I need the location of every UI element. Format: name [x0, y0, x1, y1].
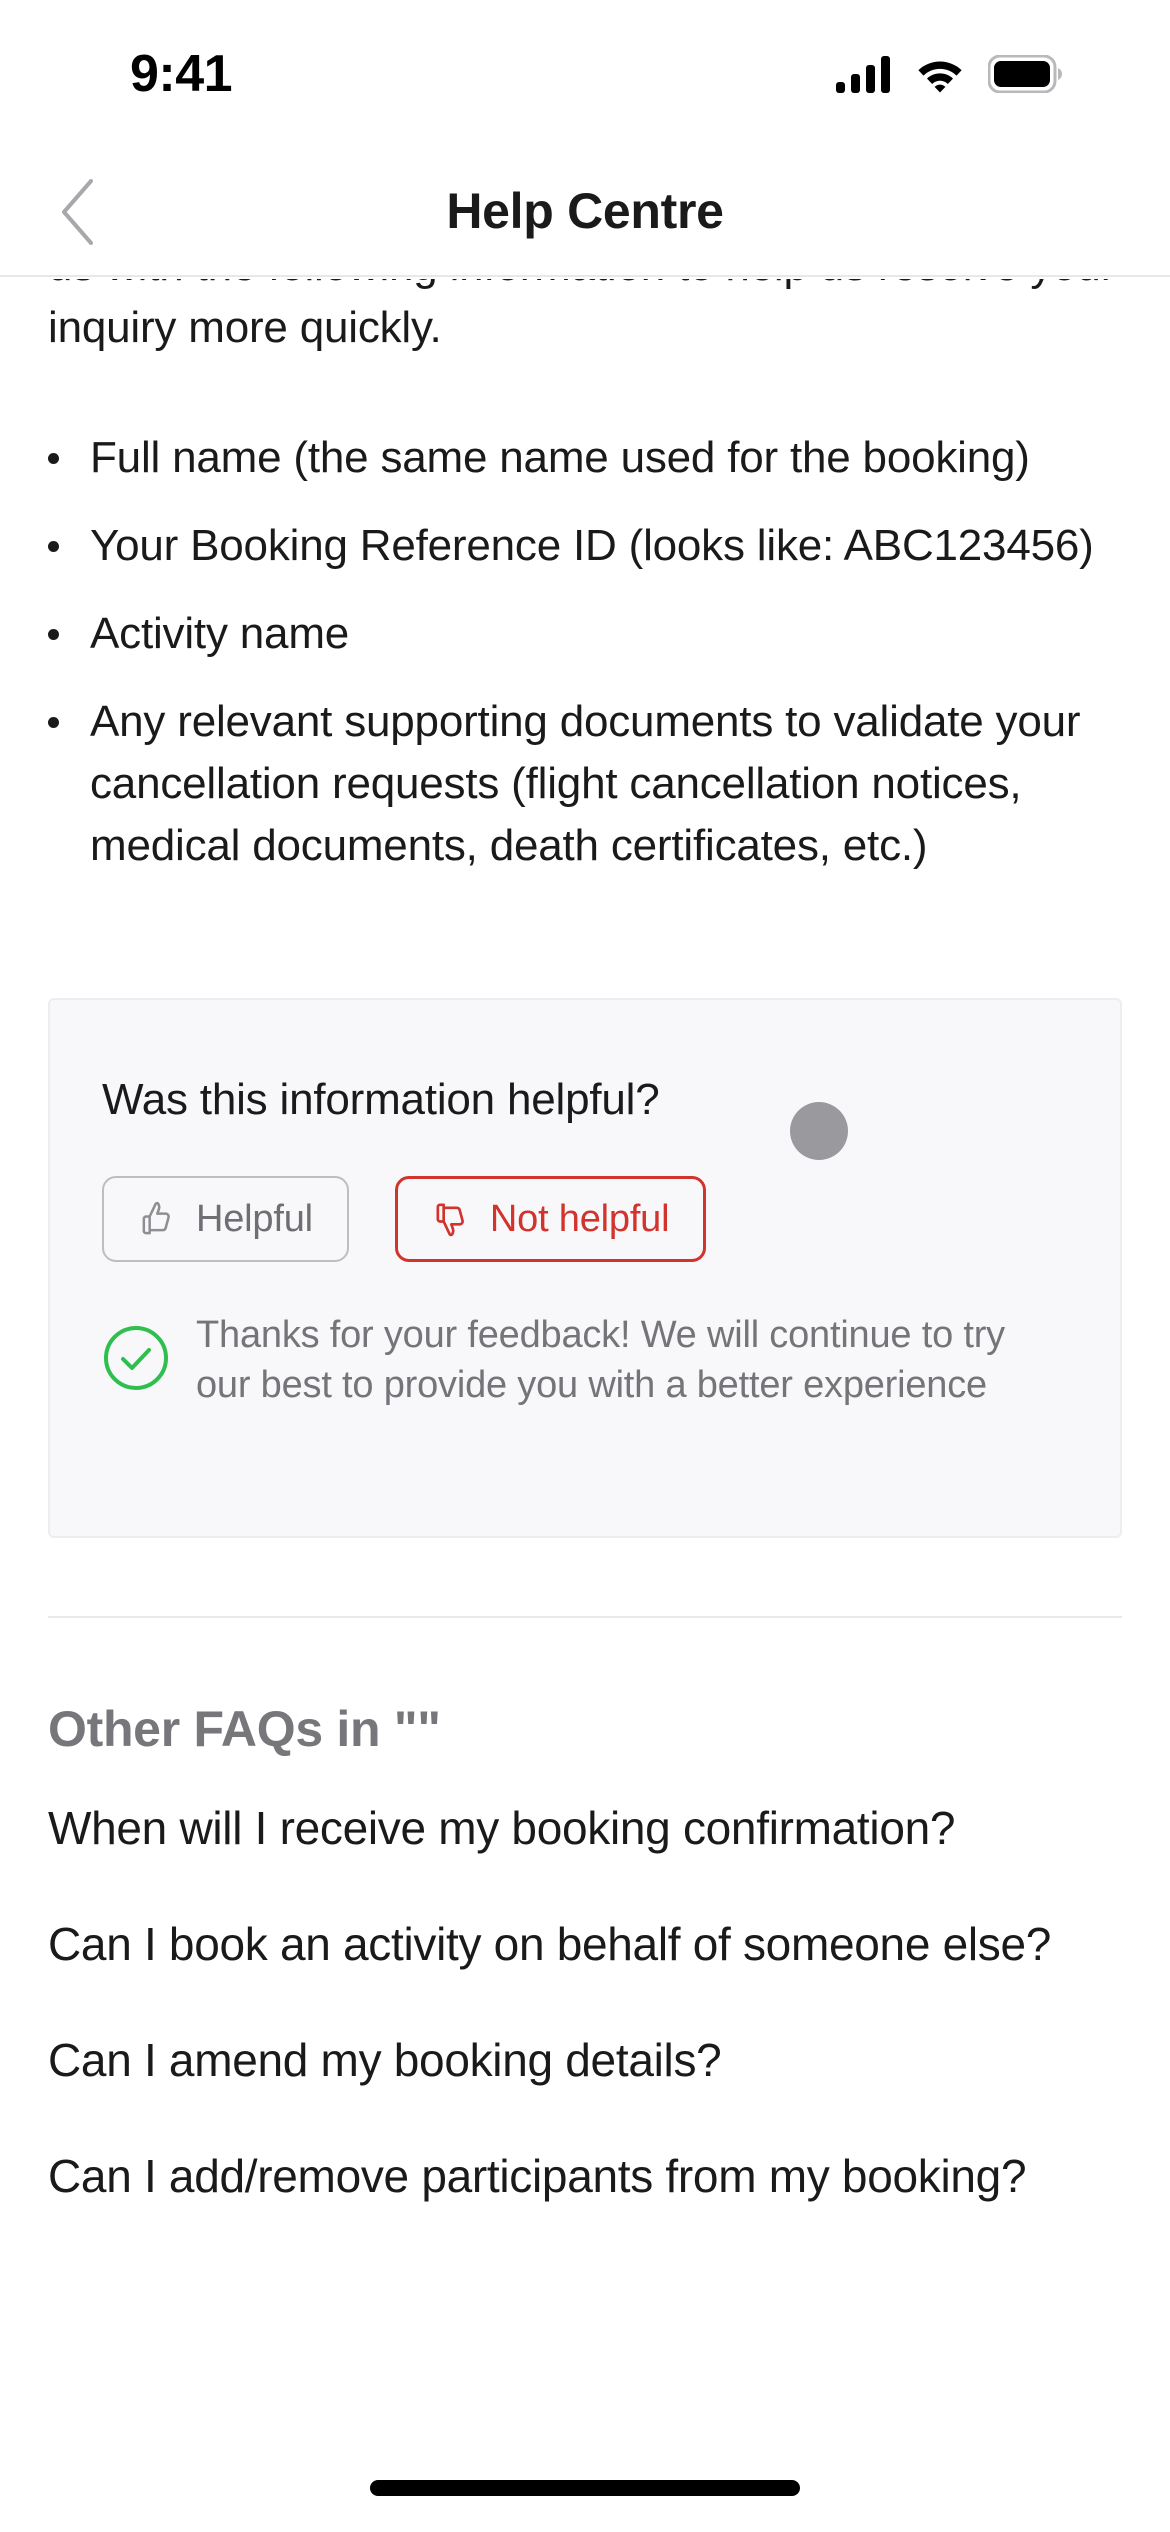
other-faqs-list: When will I receive my booking confirmat…: [48, 1797, 1122, 2261]
helpful-button-label: Helpful: [196, 1197, 313, 1240]
feedback-thanks-message: Thanks for your feedback! We will contin…: [196, 1314, 1005, 1406]
phone-screen: 9:41 Help Centre inquiry more quickly. F…: [0, 0, 1170, 2532]
status-bar: 9:41: [0, 0, 1170, 150]
article-intro-text: us with the following information to hel…: [48, 279, 1115, 352]
faq-link[interactable]: Can I add/remove participants from my bo…: [48, 2145, 1122, 2207]
article-scroll-area[interactable]: us with the following information to hel…: [0, 279, 1170, 2532]
required-information-list: Full name (the same name used for the bo…: [0, 427, 1170, 903]
feedback-question: Was this information helpful?: [102, 1075, 660, 1124]
list-item: Activity name: [48, 603, 1122, 665]
page-title: Help Centre: [446, 183, 724, 239]
status-bar-clock: 9:41: [130, 45, 233, 103]
feedback-thanks-row: Thanks for your feedback! We will contin…: [102, 1310, 1068, 1410]
touch-pointer-dot: [790, 1102, 848, 1160]
thumbs-up-icon: [138, 1199, 178, 1239]
list-item: Any relevant supporting documents to val…: [48, 691, 1122, 877]
faq-link[interactable]: Can I amend my booking details?: [48, 2029, 1122, 2091]
home-indicator-bar[interactable]: [370, 2480, 800, 2496]
navigation-bar: Help Centre: [0, 150, 1170, 277]
wifi-icon: [914, 55, 966, 93]
section-divider: [48, 1616, 1122, 1618]
feedback-card: Was this information helpful? Helpful No…: [48, 998, 1122, 1538]
not-helpful-button[interactable]: Not helpful: [394, 1176, 707, 1262]
helpful-button[interactable]: Helpful: [102, 1176, 349, 1262]
check-circle-icon: [102, 1324, 170, 1397]
list-item: Full name (the same name used for the bo…: [48, 427, 1122, 489]
status-bar-icons: [836, 52, 1062, 96]
thumbs-down-icon: [432, 1199, 472, 1239]
faq-link[interactable]: When will I receive my booking confirmat…: [48, 1797, 1122, 1859]
list-item: Your Booking Reference ID (looks like: A…: [48, 515, 1122, 577]
article-intro-paragraph: us with the following information to hel…: [0, 279, 1170, 359]
battery-full-icon: [988, 55, 1062, 93]
cellular-signal-icon: [836, 55, 892, 93]
feedback-buttons: Helpful Not helpful: [102, 1176, 707, 1262]
other-faqs-heading: Other FAQs in "": [48, 1701, 441, 1757]
faq-link[interactable]: Can I book an activity on behalf of some…: [48, 1913, 1122, 1975]
not-helpful-button-label: Not helpful: [489, 1197, 670, 1240]
